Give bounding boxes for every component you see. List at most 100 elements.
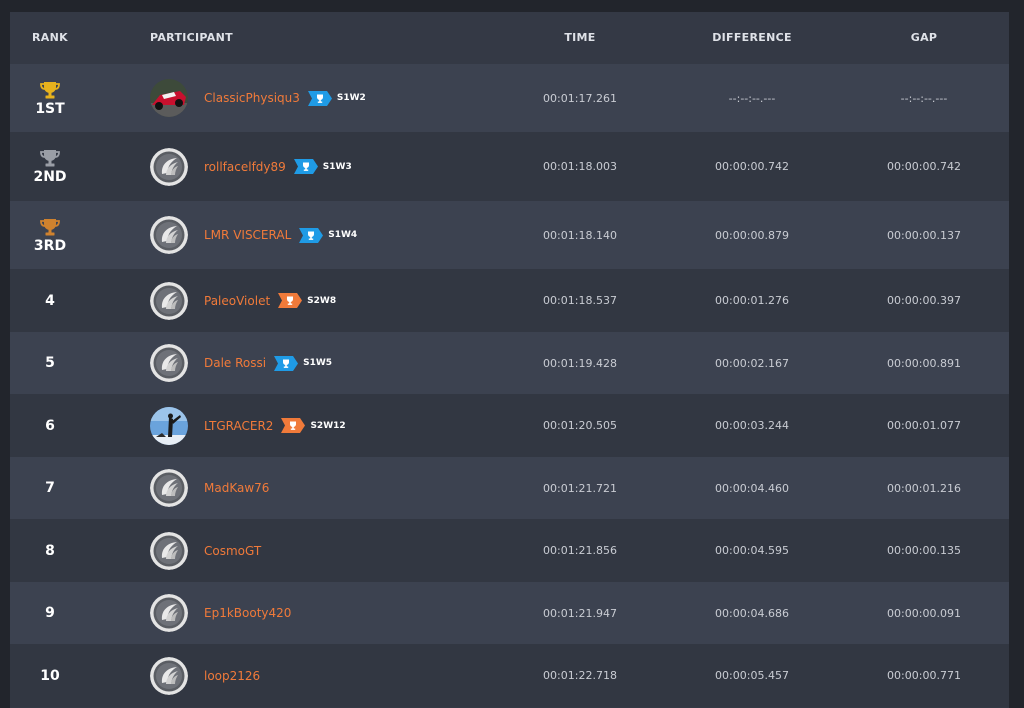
series-badge-icon[interactable] [307,90,332,106]
time-cell: 00:01:18.537 [510,269,650,332]
difference-value: 00:00:01.276 [715,294,789,307]
difference-cell: 00:00:02.167 [682,332,822,394]
rank-label: 10 [40,667,60,684]
gap-cell: 00:00:00.137 [854,201,994,269]
participant-name-link[interactable]: Ep1kBooty420 [204,606,291,620]
series-badge-icon[interactable] [274,355,299,371]
difference-cell: 00:00:03.244 [682,394,822,457]
header-participant[interactable]: PARTICIPANT [150,12,450,64]
time-cell: 00:01:20.505 [510,394,650,457]
participant-name-link[interactable]: loop2126 [204,669,260,683]
rank-label: 2ND [33,169,67,185]
default-avatar[interactable] [150,469,188,507]
difference-value: 00:00:03.244 [715,419,789,432]
header-time[interactable]: TIME [510,12,650,64]
participant-cell: Dale Rossi S1W5 [150,332,450,394]
bronze-trophy-icon [39,217,61,237]
time-cell: 00:01:17.261 [510,64,650,132]
default-avatar[interactable] [150,656,188,695]
default-avatar[interactable] [150,531,188,570]
default-avatar[interactable] [150,344,188,382]
table-row[interactable]: 10 loop2126 00:01:22.718 00:00:05.457 00:00:… [10,644,1009,707]
gap-value: 00:00:00.891 [887,356,961,370]
rank-label: 3RD [33,237,67,254]
series-badge-icon[interactable] [281,418,306,433]
header-gap[interactable]: GAP [854,12,994,64]
gap-cell: 00:00:00.397 [854,269,994,332]
series-badge-label: S1W2 [336,93,366,103]
gap-cell: 00:00:01.077 [854,394,994,457]
participant-name-link[interactable]: LTGRACER2 [204,419,273,433]
default-avatar[interactable] [150,594,188,632]
table-row[interactable]: 3RD LMR VISCERAL S1W4 00:01:18.140 00:00:00.… [10,201,1009,269]
rank-cell: 9 [10,582,90,644]
table-row[interactable]: 4 PaleoViolet S2W8 00:01:18.537 00:00:01.276… [10,269,1009,332]
table-row[interactable]: 5 Dale Rossi S1W5 00:01:19.428 00:00:02.167 0… [10,332,1009,394]
participant-name-link[interactable]: MadKaw76 [204,481,269,495]
lap-time: 00:01:20.505 [543,419,617,432]
default-avatar[interactable] [150,281,188,320]
race-car-avatar[interactable] [150,79,188,117]
default-avatar[interactable] [150,147,188,186]
participant-cell: ClassicPhysiqu3 S1W2 [150,64,450,132]
series-badge-icon[interactable] [278,293,303,308]
rank-label: 7 [45,480,55,496]
gap-value: 00:00:00.771 [887,669,961,682]
participant-name-link[interactable]: LMR VISCERAL [204,228,291,242]
participant-cell: LMR VISCERAL S1W4 [150,201,450,269]
difference-cell: 00:00:04.686 [682,582,822,644]
difference-value: 00:00:04.460 [715,481,789,495]
rank-cell: 10 [10,644,90,707]
participant-cell: Ep1kBooty420 [150,582,450,644]
table-row[interactable]: 2ND rollfacelfdy89 S1W3 00:01:18.003 00:00:0… [10,132,1009,201]
gap-value: 00:00:01.077 [887,419,961,432]
rank-cell: 2ND [10,132,90,201]
difference-value: 00:00:05.457 [715,669,789,682]
participant-name-link[interactable]: CosmoGT [204,544,261,558]
participant-cell: LTGRACER2 S2W12 [150,394,450,457]
header-rank[interactable]: RANK [10,12,90,64]
rank-badge: 3RD [34,217,66,254]
gap-value: 00:00:00.091 [887,606,961,620]
participant-cell: CosmoGT [150,519,450,582]
lap-time: 00:01:18.140 [543,228,617,242]
table-row[interactable]: 7 MadKaw76 00:01:21.721 00:00:04.460 00:00:0… [10,457,1009,519]
lap-time: 00:01:18.537 [543,294,617,307]
time-cell: 00:01:18.140 [510,201,650,269]
gap-cell: 00:00:00.135 [854,519,994,582]
gold-trophy-icon [39,80,61,100]
default-avatar[interactable] [150,216,188,254]
table-body: 1ST ClassicPhysiqu3 S1W2 00:01:17.261 --:--:… [10,64,1009,707]
series-badge-icon[interactable] [293,159,318,174]
gap-cell: 00:00:00.742 [854,132,994,201]
gap-value: 00:00:01.216 [887,481,961,495]
difference-cell: 00:00:00.742 [682,132,822,201]
participant-cell: loop2126 [150,644,450,707]
table-row[interactable]: 9 Ep1kBooty420 00:01:21.947 00:00:04.686 00:… [10,582,1009,644]
table-row[interactable]: 8 CosmoGT 00:01:21.856 00:00:04.595 00:00:00… [10,519,1009,582]
header-difference[interactable]: DIFFERENCE [682,12,822,64]
rank-cell: 6 [10,394,90,457]
difference-value: 00:00:00.742 [715,160,789,173]
gap-cell: 00:00:01.216 [854,457,994,519]
table-row[interactable]: 6 LTGRACER2 S2W12 00:01:20.505 00:00:03.244 0… [10,394,1009,457]
silver-trophy-icon [39,148,61,168]
series-badge-icon[interactable] [299,227,324,243]
participant-name-link[interactable]: rollfacelfdy89 [204,160,286,174]
series-badge-label: S2W12 [310,420,346,431]
lap-time: 00:01:21.856 [543,544,617,557]
gap-cell: 00:00:00.891 [854,332,994,394]
rank-label: 8 [45,542,55,559]
participant-name-link[interactable]: PaleoViolet [204,294,270,308]
rank-label: 1ST [35,100,65,117]
gap-cell: 00:00:00.091 [854,582,994,644]
series-badge-label: S1W5 [303,358,333,368]
difference-cell: --:--:--.--- [682,64,822,132]
rank-label: 9 [45,605,55,621]
participant-name-link[interactable]: Dale Rossi [204,356,266,370]
table-row[interactable]: 1ST ClassicPhysiqu3 S1W2 00:01:17.261 --:--:… [10,64,1009,132]
photo-avatar[interactable] [150,406,188,445]
series-badge-label: S1W3 [322,161,352,172]
participant-name-link[interactable]: ClassicPhysiqu3 [204,91,300,105]
series-badge-label: S2W8 [307,295,337,306]
